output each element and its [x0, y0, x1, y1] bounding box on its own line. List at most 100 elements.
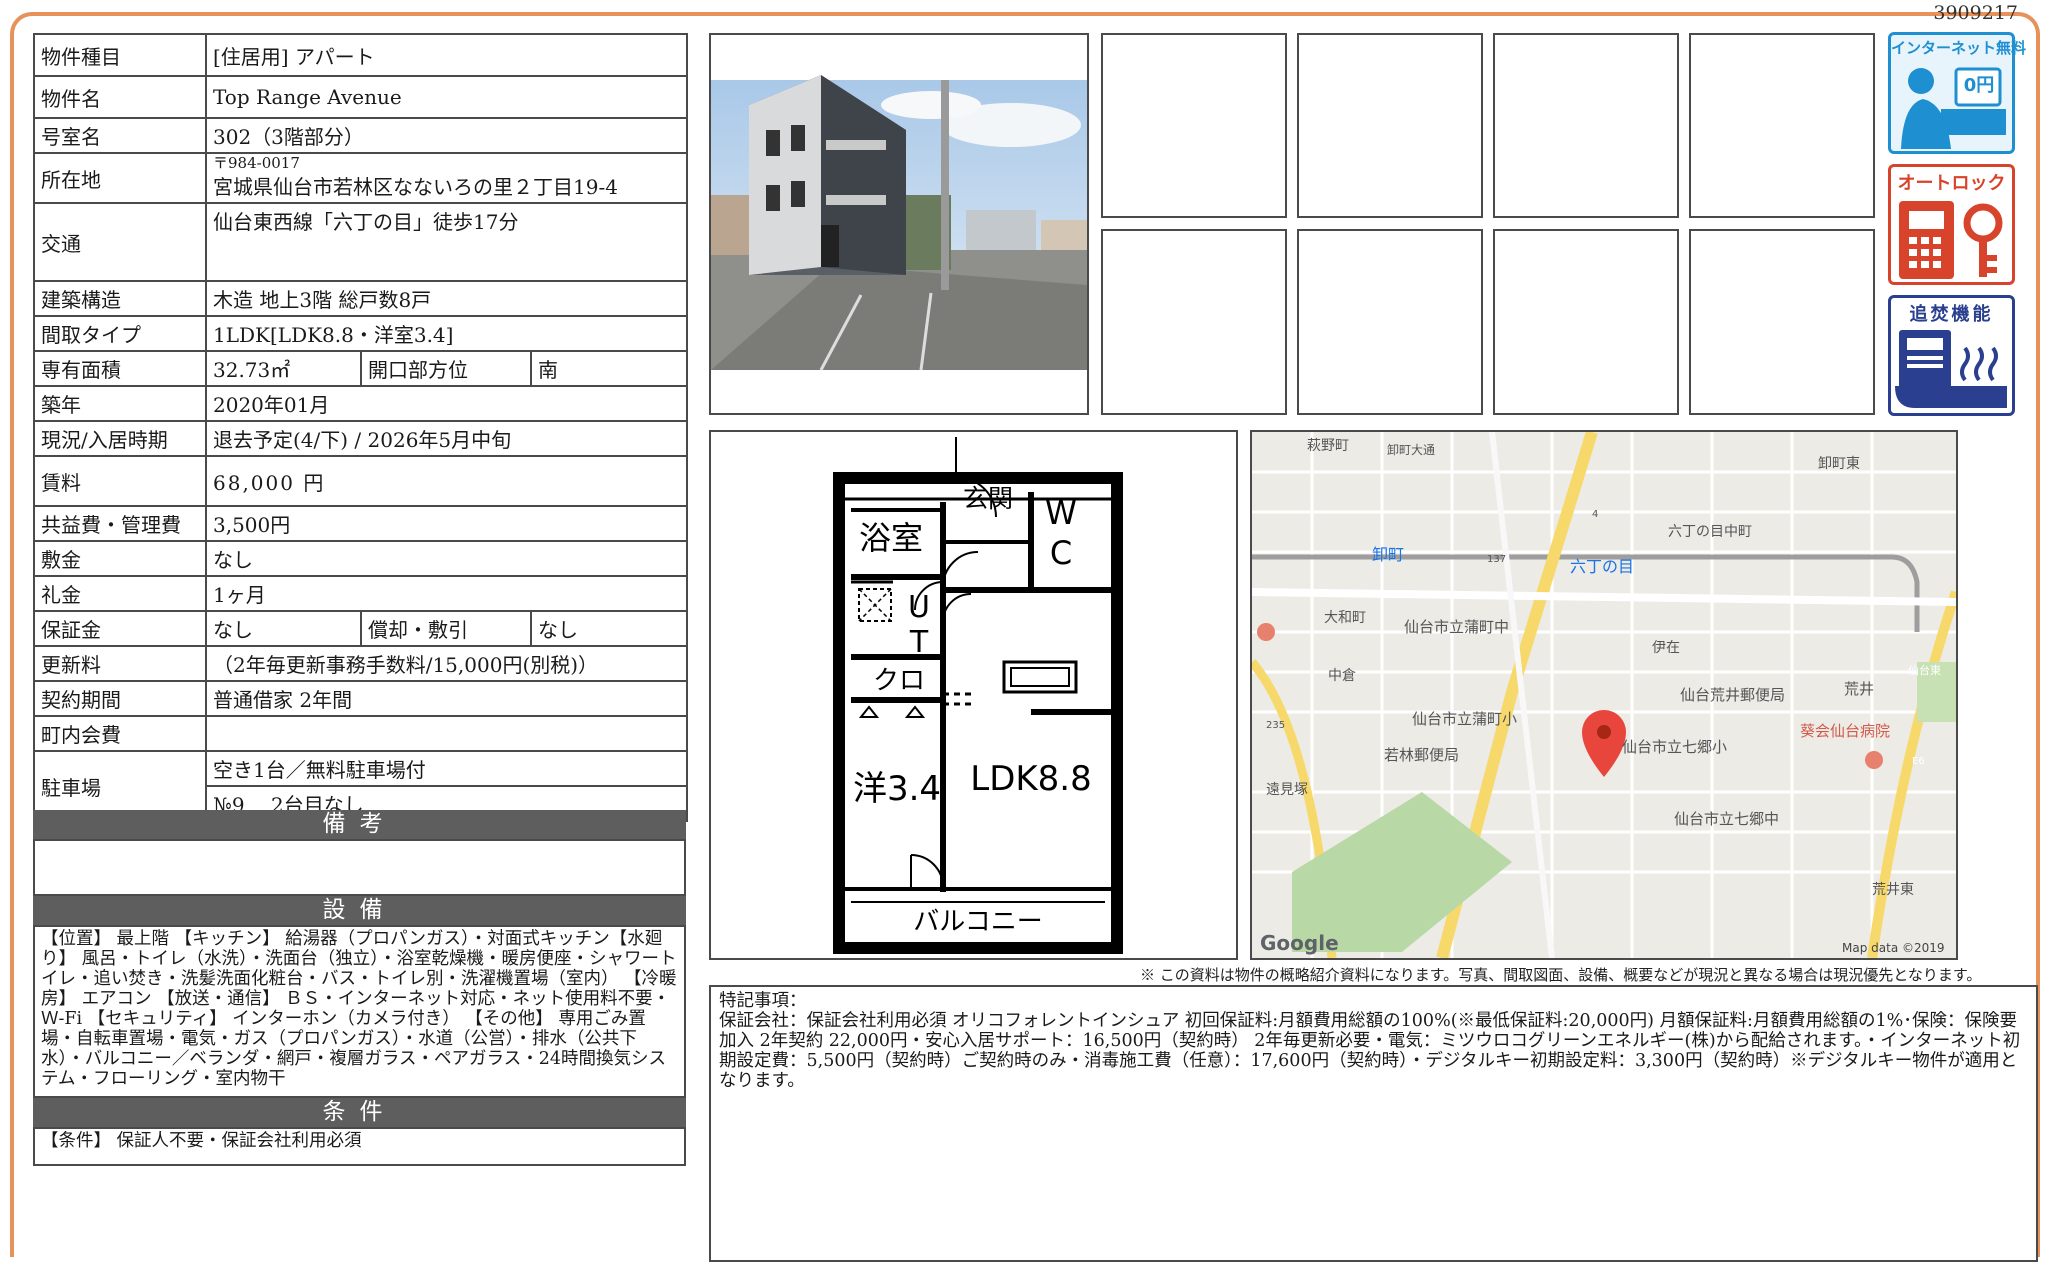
document-id: 3909217 [1933, 2, 2018, 24]
photo-slot [1493, 229, 1679, 415]
special-notes-text: 保証会社：保証会社利用必須 オリコフォレントインシュア 初回保証料:月額費用総額… [719, 1011, 2021, 1091]
map-label: 仙台市立蒲町中 [1404, 618, 1509, 636]
map-label: 萩野町 [1307, 438, 1349, 454]
location-map[interactable]: 萩野町 卸町大通 卸町東 六丁の目中町 卸町 六丁の目 137 4 大和町 仙台… [1248, 430, 1961, 960]
building-photo [711, 75, 1087, 371]
fee-value: 3,500円 [204, 505, 689, 542]
guarantee-value: なし [205, 610, 362, 647]
map-label: 六丁の目 [1570, 557, 1634, 576]
photo-slot [1493, 33, 1679, 218]
amort-label: 償却・敷引 [360, 610, 532, 647]
map-label: 荒井東 [1872, 882, 1914, 898]
access-label: 交通 [33, 202, 207, 282]
map-frame[interactable]: 萩野町 卸町大通 卸町東 六丁の目中町 卸町 六丁の目 137 4 大和町 仙台… [1248, 430, 1961, 960]
map-label: 卸町東 [1818, 456, 1860, 472]
map-label: 235 [1266, 720, 1285, 731]
map-label: E6 [1912, 756, 1925, 767]
wc-label-c: C [1050, 534, 1072, 572]
map-label: 中倉 [1328, 668, 1356, 684]
photo-slot [1101, 33, 1287, 218]
map-label: 仙台市立七郷中 [1674, 810, 1779, 828]
structure-value: 木造 地上3階 総戸数8戸 [204, 280, 689, 317]
map-label: 仙台荒井郵便局 [1680, 686, 1785, 704]
photo-slot [1101, 229, 1287, 415]
remarks-title-bar: 備考 [33, 810, 686, 839]
deposit-label: 敷金 [33, 540, 207, 577]
autolock-icon: オートロック [1888, 164, 2015, 285]
conditions-title-bar: 条件 [33, 1098, 686, 1127]
address-cell: 〒984-0017 宮城県仙台市若林区なないろの里２丁目19-4 [204, 152, 689, 204]
access-value: 仙台東西線「六丁の目」徒歩17分 [204, 202, 689, 282]
entrance-label: 玄関 [963, 484, 1013, 513]
community-fee-label: 町内会費 [33, 715, 207, 752]
ut-label-t: T [909, 625, 929, 660]
address-value: 宮城県仙台市若林区なないろの里２丁目19-4 [213, 175, 618, 199]
direction-label: 開口部方位 [360, 350, 532, 387]
area-label: 専有面積 [33, 350, 207, 387]
status-value: 退去予定(4/下) / 2026年5月中旬 [204, 420, 689, 457]
rent-label: 賃料 [33, 455, 207, 507]
map-label: 137 [1487, 554, 1506, 565]
deposit-value: なし [204, 540, 689, 577]
amort-value: なし [529, 610, 689, 647]
map-label: 大和町 [1324, 610, 1366, 626]
contract-value: 普通借家 2年間 [204, 680, 689, 717]
built-value: 2020年01月 [204, 385, 689, 422]
name-label: 物件名 [33, 75, 207, 119]
guarantee-label: 保証金 [33, 610, 207, 647]
internet-free-icon: インターネット無料 0円 [1888, 32, 2027, 154]
map-label: 若林郵便局 [1384, 746, 1459, 764]
type-value: [住居用] アパート [204, 33, 689, 77]
room-value: 302（3階部分） [204, 117, 689, 154]
map-label: 仙台市立七郷小 [1622, 738, 1727, 756]
name-value: Top Range Avenue [204, 75, 689, 119]
direction-value: 南 [529, 350, 689, 387]
layout-label: 間取タイプ [33, 315, 207, 352]
autolock-label: オートロック [1897, 173, 2006, 194]
floor-plan: 浴室 玄関 W C U T クロ 洋3.4 LDK8.8 バルコニー [833, 437, 1123, 954]
equipment-text: 【位置】 最上階 【キッチン】 給湯器（プロパンガス）・対面式キッチン【水廻り】… [33, 925, 686, 1098]
photo-slot [1297, 33, 1483, 218]
special-notes-title: 特記事項： [719, 991, 807, 1011]
area-value: 32.73㎡ [205, 350, 362, 387]
map-label: 卸町 [1372, 545, 1404, 564]
closet-label: クロ [873, 666, 925, 696]
special-notes-box: 特記事項： 保証会社：保証会社利用必須 オリコフォレントインシュア 初回保証料:… [709, 985, 2038, 1262]
property-info-table: 物件種目 [住居用] アパート 物件名 Top Range Avenue 号室名 30… [33, 33, 689, 822]
remarks-box [33, 839, 686, 896]
photo-slot [1689, 33, 1875, 218]
map-label: 六丁の目中町 [1668, 524, 1752, 540]
type-label: 物件種目 [33, 33, 207, 77]
internet-free-label: インターネット無料 [1891, 39, 2027, 57]
map-label: 4 [1592, 509, 1598, 520]
map-label: 仙台東 [1908, 663, 1941, 677]
western-room-label: 洋3.4 [853, 769, 941, 809]
room-label: 号室名 [33, 117, 207, 154]
key-money-value: 1ヶ月 [204, 575, 689, 612]
map-label: 荒井 [1844, 680, 1874, 698]
conditions-text: 【条件】 保証人不要・保証会社利用必須 [33, 1127, 686, 1166]
renewal-label: 更新料 [33, 645, 207, 682]
reheat-icon: 追焚機能 [1888, 295, 2015, 416]
balcony-label: バルコニー [913, 907, 1042, 937]
renewal-value: （2年毎更新事務手数料/15,000円(別税)） [204, 645, 689, 682]
internet-price: 0円 [1963, 75, 1995, 96]
map-data-credit: Map data ©2019 [1842, 941, 1945, 955]
structure-label: 建築構造 [33, 280, 207, 317]
built-label: 築年 [33, 385, 207, 422]
bath-label: 浴室 [859, 519, 923, 557]
google-logo: Google [1260, 931, 1339, 955]
map-label: 卸町大通 [1387, 442, 1435, 457]
disclaimer-note: ※ この資料は物件の概略紹介資料になります。写真、間取図面、設備、概要などが現況… [1140, 966, 1982, 984]
ut-label-u: U [908, 590, 930, 625]
map-label: 遠見塚 [1266, 782, 1308, 798]
community-fee-value [204, 715, 689, 752]
address-label: 所在地 [33, 152, 207, 204]
rent-value: 68,000 円 [204, 455, 689, 507]
zip-code: 〒984-0017 [213, 154, 300, 172]
status-label: 現況/入居時期 [33, 420, 207, 457]
map-label: 葵会仙台病院 [1800, 722, 1890, 740]
map-label: 仙台市立蒲町小 [1412, 710, 1517, 728]
reheat-label: 追焚機能 [1909, 304, 1994, 325]
main-photo-frame [709, 33, 1089, 415]
